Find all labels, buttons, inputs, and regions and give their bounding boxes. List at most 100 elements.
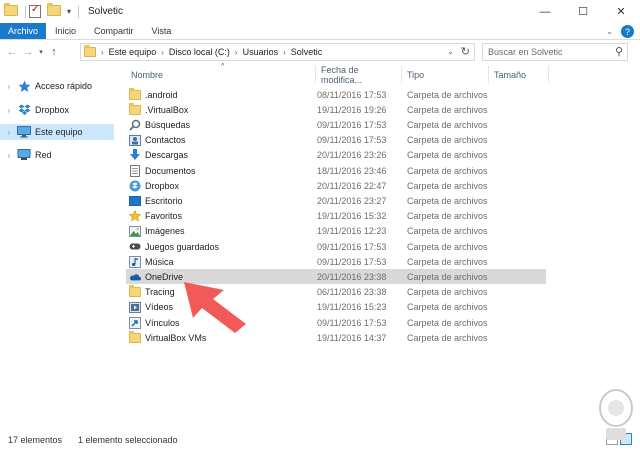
breadcrumb-disco-local[interactable]: Disco local (C:) (169, 47, 230, 57)
expand-chevron-icon[interactable]: › (3, 106, 15, 115)
file-type: Carpeta de archivos (407, 150, 488, 161)
list-item[interactable]: Contactos 09/11/2016 17:53 Carpeta de arch… (126, 133, 546, 148)
star-icon (17, 80, 31, 92)
new-folder-icon[interactable] (47, 2, 61, 19)
list-item[interactable]: Favoritos 19/11/2016 15:32 Carpeta de arch… (126, 209, 546, 224)
divider (78, 5, 80, 18)
help-icon[interactable]: ? (621, 25, 634, 38)
file-type: Carpeta de archivos (407, 89, 488, 100)
sidebar-item-dropbox[interactable]: › Dropbox (0, 102, 114, 118)
dropbox-icon (17, 104, 31, 116)
forward-arrow-icon[interactable]: → (20, 46, 36, 58)
window-title: Solvetic (88, 6, 124, 17)
search-icon[interactable]: ⚲ (615, 45, 623, 58)
expand-chevron-icon[interactable]: › (3, 128, 15, 137)
column-header-tamano[interactable]: Tamaño (489, 66, 549, 83)
file-type: Carpeta de archivos (407, 211, 488, 222)
sidebar-item-label: Red (35, 150, 52, 160)
sidebar-item-red[interactable]: › Red (0, 147, 114, 163)
sidebar-item-este-equipo[interactable]: › Este equipo (0, 124, 114, 140)
sidebar-item-label: Acceso rápido (35, 81, 93, 91)
maximize-button[interactable]: ☐ (564, 0, 602, 23)
column-label: Nombre (131, 69, 164, 80)
breadcrumb-separator-icon[interactable]: › (235, 48, 238, 57)
folder-icon (129, 87, 141, 100)
expand-chevron-icon[interactable]: › (3, 151, 15, 160)
breadcrumb-separator-icon[interactable]: › (161, 48, 164, 57)
file-type: Carpeta de archivos (407, 256, 488, 267)
minimize-button[interactable]: — (526, 0, 564, 23)
file-name: .VirtualBox (145, 104, 189, 115)
file-type: Carpeta de archivos (407, 317, 488, 328)
column-header-nombre[interactable]: ^ Nombre (126, 63, 316, 83)
customize-toolbar-chevron-icon[interactable]: ▾ (67, 7, 71, 16)
sidebar-item-acceso-rapido[interactable]: › Acceso rápido (0, 78, 114, 94)
list-item[interactable]: Música 09/11/2016 17:53 Carpeta de archivo… (126, 254, 546, 269)
file-name: .android (145, 89, 178, 100)
quick-access-toolbar: ▾ (4, 2, 82, 19)
expand-ribbon-chevron-icon[interactable]: ⌄ (600, 23, 619, 39)
column-header-tipo[interactable]: Tipo (402, 66, 489, 83)
file-date: 19/11/2016 19:26 (317, 104, 387, 115)
item-count: 17 elementos (8, 435, 63, 445)
breadcrumb-separator-icon[interactable]: › (101, 48, 104, 57)
list-item[interactable]: Descargas 20/11/2016 23:26 Carpeta de arch… (126, 148, 546, 163)
list-item[interactable]: Búsquedas 09/11/2016 17:53 Carpeta de arch… (126, 117, 546, 132)
folder-icon (129, 102, 141, 115)
breadcrumb-este-equipo[interactable]: Este equipo (109, 47, 157, 57)
selection-count: 1 elemento seleccionado (78, 435, 178, 445)
properties-icon[interactable] (29, 4, 43, 19)
list-item[interactable]: Juegos guardados 09/11/2016 17:53 Carpeta … (126, 239, 546, 254)
list-item[interactable]: Dropbox 20/11/2016 22:47 Carpeta de archiv… (126, 178, 546, 193)
file-date: 19/11/2016 14:37 (317, 332, 387, 343)
documents-icon (129, 164, 141, 177)
file-name: Documentos (145, 165, 196, 176)
file-date: 09/11/2016 17:53 (317, 256, 387, 267)
search-input[interactable]: Buscar en Solvetic ⚲ (482, 43, 628, 61)
videos-icon (129, 301, 141, 313)
folder-icon (129, 330, 141, 343)
file-name: OneDrive (145, 271, 184, 282)
favorites-icon (129, 210, 141, 222)
back-arrow-icon[interactable]: ← (4, 46, 20, 58)
breadcrumb-usuarios[interactable]: Usuarios (243, 47, 279, 57)
address-dropdown-chevron-icon[interactable]: ⌄ (447, 47, 454, 56)
tab-archivo[interactable]: Archivo (0, 23, 47, 39)
folder-icon[interactable] (4, 2, 18, 19)
file-type: Carpeta de archivos (407, 104, 488, 115)
close-button[interactable]: ✕ (602, 0, 640, 23)
status-bar: 17 elementos 1 elemento seleccionado (0, 430, 640, 450)
navigation-bar: ← → ▾ ↑ › Este equipo › Disco local (C:)… (0, 41, 640, 63)
file-date: 08/11/2016 17:53 (317, 89, 387, 100)
file-name: Juegos guardados (145, 241, 220, 252)
file-date: 20/11/2016 23:38 (317, 271, 387, 282)
list-item[interactable]: Imágenes 19/11/2016 12:23 Carpeta de archi… (126, 224, 546, 239)
tab-inicio[interactable]: Inicio (46, 23, 85, 39)
breadcrumb-solvetic[interactable]: Solvetic (291, 47, 323, 57)
list-item[interactable]: Escritorio 20/11/2016 23:27 Carpeta de arc… (126, 193, 546, 208)
refresh-icon[interactable]: ↻ (461, 45, 470, 58)
breadcrumb-separator-icon[interactable]: › (283, 48, 286, 57)
file-date: 20/11/2016 23:26 (317, 150, 387, 161)
file-name: Vídeos (145, 302, 174, 313)
list-item[interactable]: .android 08/11/2016 17:53 Carpeta de archi… (126, 87, 546, 102)
solvetic-watermark-logo (599, 389, 633, 440)
onedrive-icon (129, 271, 141, 282)
column-header-fecha[interactable]: Fecha de modifica... (316, 65, 402, 85)
list-item[interactable]: Documentos 18/11/2016 23:46 Carpeta de arc… (126, 163, 546, 178)
tab-vista[interactable]: Vista (143, 23, 181, 39)
recent-locations-chevron-icon[interactable]: ▾ (36, 48, 46, 56)
list-item[interactable]: .VirtualBox 19/11/2016 19:26 Carpeta de ar… (126, 102, 546, 117)
expand-chevron-icon[interactable]: › (3, 82, 15, 91)
file-date: 06/11/2016 23:38 (317, 287, 387, 298)
sidebar-item-label: Este equipo (35, 127, 83, 137)
search-placeholder: Buscar en Solvetic (488, 47, 563, 57)
file-type: Carpeta de archivos (407, 119, 488, 130)
file-type: Carpeta de archivos (407, 165, 488, 176)
up-arrow-icon[interactable]: ↑ (46, 46, 62, 58)
annotation-arrow-icon (184, 282, 246, 333)
file-name: Imágenes (145, 226, 185, 237)
file-date: 19/11/2016 15:23 (317, 302, 387, 313)
address-bar[interactable]: › Este equipo › Disco local (C:) › Usuar… (80, 43, 475, 61)
tab-compartir[interactable]: Compartir (85, 23, 143, 39)
